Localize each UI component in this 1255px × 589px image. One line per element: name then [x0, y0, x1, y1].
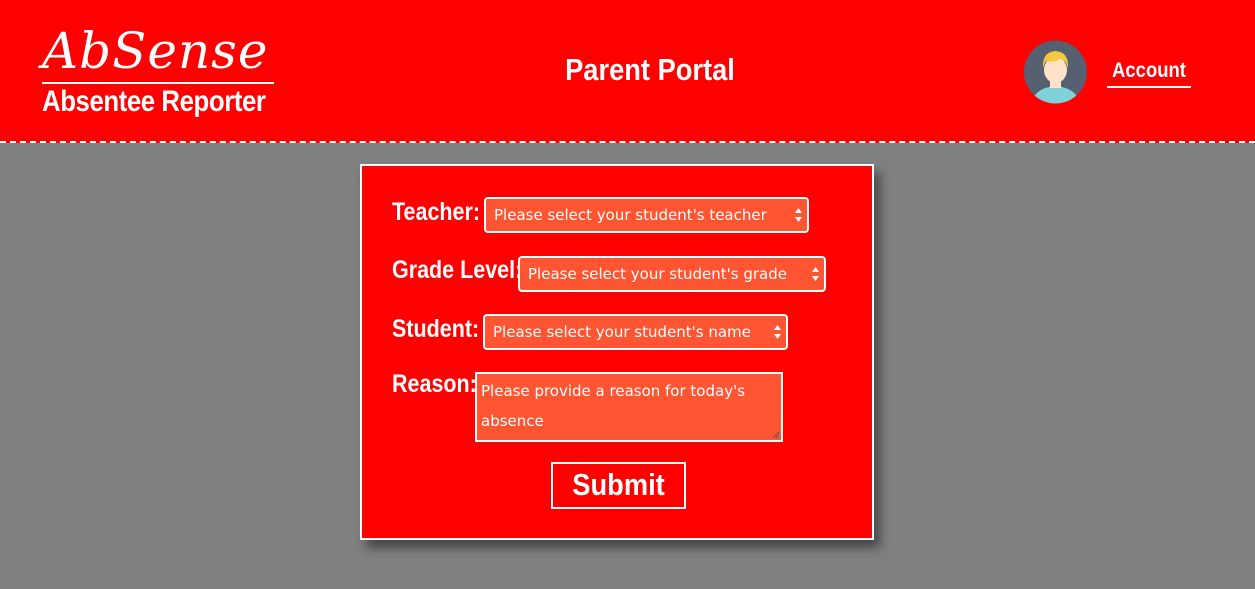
select-arrows-icon	[812, 267, 819, 281]
account-link[interactable]: Account	[1107, 56, 1191, 88]
brand-subtitle: Absentee Reporter	[42, 85, 266, 118]
resize-grip-icon[interactable]	[772, 431, 780, 439]
reason-textarea[interactable]: Please provide a reason for today's abse…	[475, 372, 783, 442]
brand-logo: AbSense	[42, 22, 274, 84]
grade-level-select-value: Please select your student's grade	[528, 265, 787, 283]
site-header: AbSense Absentee Reporter Parent Portal …	[0, 0, 1255, 143]
grade-level-select[interactable]: Please select your student's grade	[518, 256, 826, 292]
reason-textarea-placeholder: Please provide a reason for today's abse…	[481, 382, 746, 430]
reason-label: Reason:	[392, 370, 477, 398]
select-arrows-icon	[795, 208, 802, 222]
teacher-select-value: Please select your student's teacher	[494, 206, 767, 224]
brand[interactable]: AbSense Absentee Reporter	[42, 22, 274, 120]
teacher-label: Teacher:	[392, 198, 481, 226]
student-select[interactable]: Please select your student's name	[483, 314, 788, 350]
user-avatar-icon[interactable]	[1024, 38, 1087, 106]
account-label: Account	[1112, 59, 1186, 82]
student-label: Student:	[392, 315, 480, 343]
submit-label: Submit	[572, 467, 665, 502]
page-title: Parent Portal	[565, 52, 735, 87]
teacher-select[interactable]: Please select your student's teacher	[484, 197, 809, 233]
student-select-value: Please select your student's name	[493, 323, 751, 341]
submit-button[interactable]: Submit	[551, 462, 686, 509]
grade-level-label: Grade Level:	[392, 256, 523, 284]
select-arrows-icon	[774, 325, 781, 339]
absence-report-form: Teacher: Please select your student's te…	[360, 164, 874, 540]
